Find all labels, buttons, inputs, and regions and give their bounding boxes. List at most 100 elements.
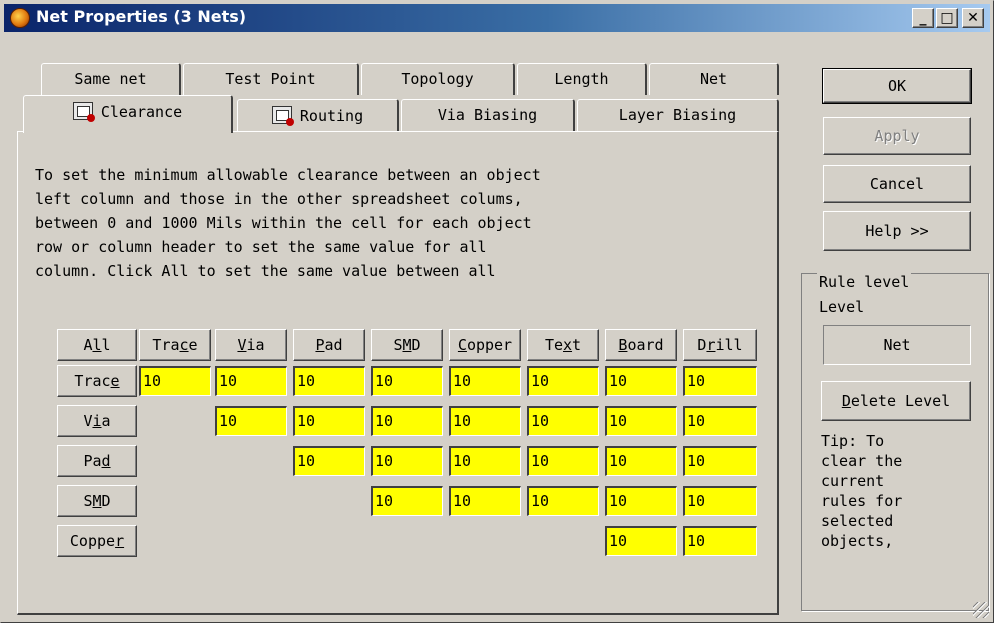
description-line: To set the minimum allowable clearance b…	[35, 166, 541, 184]
tab-clearance[interactable]: Clearance	[23, 95, 233, 133]
clearance-cell[interactable]: 10	[371, 366, 443, 396]
ok-button[interactable]: OK	[822, 68, 972, 104]
close-button[interactable]: ✕	[962, 8, 984, 28]
clearance-cell[interactable]: 10	[527, 366, 599, 396]
tab-routing-label: Routing	[299, 107, 364, 125]
clearance-cell[interactable]: 10	[371, 406, 443, 436]
clearance-cell[interactable]: 10	[605, 526, 677, 556]
clearance-description: To set the minimum allowable clearance b…	[35, 163, 755, 283]
clearance-cell[interactable]: 10	[215, 366, 287, 396]
clearance-cell[interactable]: 10	[449, 366, 521, 396]
clearance-cell[interactable]: 10	[683, 406, 757, 436]
row-header[interactable]: Copper	[57, 525, 137, 557]
clearance-cell[interactable]: 10	[215, 406, 287, 436]
clearance-cell[interactable]: 10	[449, 486, 521, 516]
clearance-cell[interactable]: 10	[293, 406, 365, 436]
all-button[interactable]: All	[57, 329, 137, 361]
clearance-cell[interactable]: 10	[371, 486, 443, 516]
description-line: left column and those in the other sprea…	[35, 190, 523, 208]
delete-level-post: elete Level	[850, 392, 951, 410]
column-header[interactable]: Board	[605, 329, 677, 361]
rule-level-tip: Tip: To clear the current rules for sele…	[821, 432, 903, 550]
header-text: D	[411, 336, 421, 354]
row-header[interactable]: Trace	[57, 365, 137, 397]
clearance-cell[interactable]: 10	[293, 446, 365, 476]
tab-topology[interactable]: Topology	[361, 63, 515, 95]
clearance-cell[interactable]: 10	[527, 406, 599, 436]
clearance-cell[interactable]: 10	[683, 526, 757, 556]
column-header[interactable]: Trace	[139, 329, 211, 361]
header-text: opper	[466, 336, 513, 354]
app-icon	[10, 8, 30, 28]
resize-grip-icon[interactable]	[973, 602, 989, 618]
delete-level-button[interactable]: Delete Level	[821, 381, 971, 421]
header-text: ill	[715, 336, 743, 354]
header-text: Te	[544, 336, 563, 354]
net-properties-dialog: Net Properties (3 Nets) _ □ ✕ Same net T…	[0, 0, 994, 623]
clearance-cell[interactable]: 10	[293, 366, 365, 396]
header-text: D	[101, 492, 111, 510]
header-mnemonic: x	[563, 336, 573, 354]
tab-routing[interactable]: Routing	[237, 99, 399, 131]
header-text: e	[188, 336, 198, 354]
header-text: ia	[246, 336, 265, 354]
clearance-cell[interactable]: 10	[139, 366, 211, 396]
header-text: t	[572, 336, 582, 354]
header-text: l	[101, 336, 111, 354]
routing-tab-icon	[271, 106, 294, 126]
window-title: Net Properties (3 Nets)	[36, 7, 247, 26]
clearance-cell[interactable]: 10	[527, 486, 599, 516]
clearance-cell[interactable]: 10	[605, 446, 677, 476]
column-header[interactable]: Drill	[683, 329, 757, 361]
column-header[interactable]: Pad	[293, 329, 365, 361]
tab-net[interactable]: Net	[649, 63, 779, 95]
row-header[interactable]: SMD	[57, 485, 137, 517]
maximize-button[interactable]: □	[936, 8, 958, 28]
apply-button[interactable]: Apply	[823, 117, 971, 155]
row-header[interactable]: Pad	[57, 445, 137, 477]
clearance-cell[interactable]: 10	[449, 406, 521, 436]
clearance-cell[interactable]: 10	[605, 486, 677, 516]
tab-via-biasing[interactable]: Via Biasing	[401, 99, 575, 131]
delete-level-mnemonic: D	[841, 392, 851, 410]
header-mnemonic: c	[179, 336, 189, 354]
clearance-cell[interactable]: 10	[683, 366, 757, 396]
header-mnemonic: M	[92, 492, 102, 510]
header-text: Trac	[74, 372, 111, 390]
level-value: Net	[823, 325, 971, 365]
column-header[interactable]: Text	[527, 329, 599, 361]
description-line: between 0 and 1000 Mils within the cell …	[35, 214, 532, 232]
header-mnemonic: M	[402, 336, 412, 354]
clearance-cell[interactable]: 10	[683, 486, 757, 516]
level-label: Level	[819, 298, 865, 316]
clearance-cell[interactable]: 10	[683, 446, 757, 476]
header-text: Coppe	[69, 532, 116, 550]
column-header[interactable]: Copper	[449, 329, 521, 361]
help-button[interactable]: Help >>	[823, 211, 971, 251]
header-mnemonic: e	[110, 372, 120, 390]
rule-level-label: Rule level	[817, 273, 912, 291]
minimize-button[interactable]: _	[912, 8, 934, 28]
tab-clearance-label: Clearance	[100, 103, 183, 121]
header-text: ad	[324, 336, 343, 354]
clearance-cell[interactable]: 10	[527, 446, 599, 476]
title-bar[interactable]: Net Properties (3 Nets) _ □ ✕	[4, 4, 990, 32]
header-text: oard	[627, 336, 664, 354]
tab-length[interactable]: Length	[517, 63, 647, 95]
header-mnemonic: l	[92, 336, 102, 354]
clearance-tab-icon	[72, 102, 95, 122]
tab-same-net[interactable]: Same net	[41, 63, 181, 95]
column-header[interactable]: Via	[215, 329, 287, 361]
column-header[interactable]: SMD	[371, 329, 443, 361]
clearance-cell[interactable]: 10	[605, 366, 677, 396]
cancel-button[interactable]: Cancel	[823, 165, 971, 203]
header-text: a	[101, 412, 111, 430]
clearance-cell[interactable]: 10	[605, 406, 677, 436]
tab-layer-biasing[interactable]: Layer Biasing	[577, 99, 779, 131]
header-mnemonic: i	[92, 412, 102, 430]
row-header[interactable]: Via	[57, 405, 137, 437]
clearance-cell[interactable]: 10	[371, 446, 443, 476]
clearance-cell[interactable]: 10	[449, 446, 521, 476]
tab-test-point[interactable]: Test Point	[183, 63, 359, 95]
description-line: row or column header to set the same val…	[35, 238, 487, 256]
